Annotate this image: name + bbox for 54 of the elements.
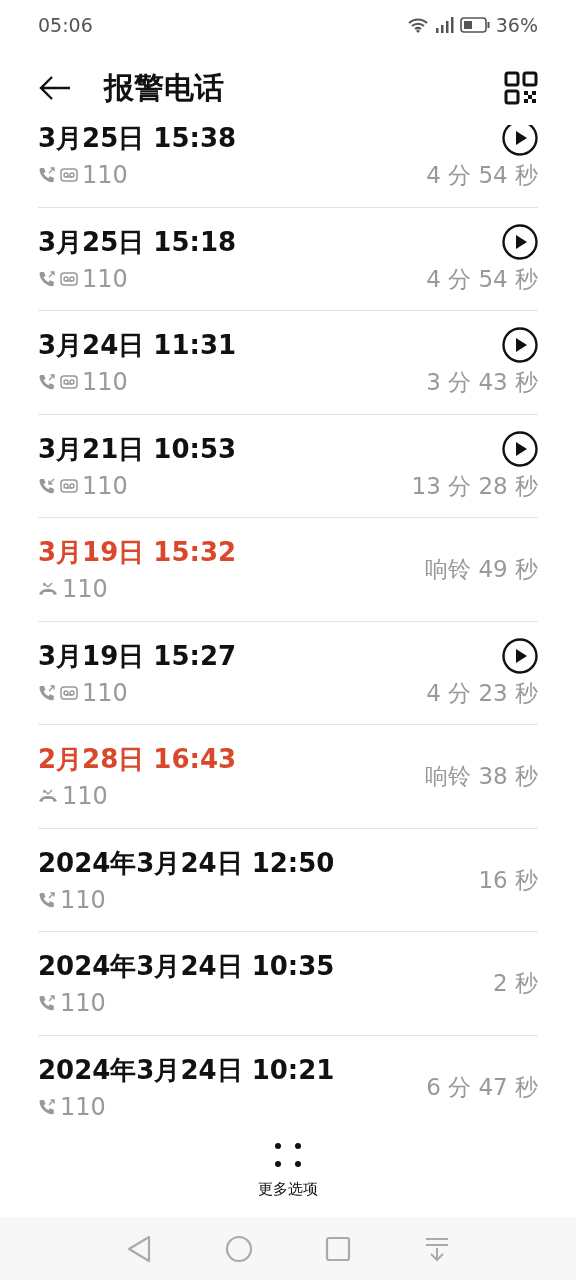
call-duration: 13 分 28 秒 [411,471,538,501]
call-duration: 6 分 47 秒 [426,1072,538,1102]
phone-number: 110 [82,368,128,397]
outgoing-call-icon [38,1097,56,1116]
page-title: 报警电话 [104,69,224,107]
outgoing-call-icon [38,373,56,392]
phone-number: 110 [82,471,128,500]
phone-number: 110 [82,161,128,190]
phone-number: 110 [82,264,128,293]
call-duration: 16 秒 [478,865,538,895]
call-time: 3月19日 15:32 [38,536,238,570]
call-duration: 4 分 54 秒 [426,161,538,191]
battery-level: 36% [495,12,538,38]
incoming-call-icon [38,476,56,495]
signal-icon [433,16,454,34]
play-icon[interactable] [502,430,538,467]
missed-call-icon [38,788,58,805]
phone-number: 110 [82,678,128,707]
play-icon[interactable] [502,327,538,364]
qr-code-icon[interactable] [504,70,538,105]
more-dots-icon [274,1141,302,1168]
call-duration: 3 分 43 秒 [426,368,538,398]
call-duration: 2 秒 [493,969,538,999]
play-icon[interactable] [502,223,538,260]
call-duration: 4 分 23 秒 [426,678,538,708]
outgoing-call-icon [38,890,56,909]
call-time: 2024年3月24日 12:50 [38,846,336,880]
play-icon[interactable] [502,637,538,674]
call-time: 3月25日 15:18 [38,225,238,259]
phone-number: 110 [60,885,106,914]
outgoing-call-icon [38,994,56,1013]
more-options-button[interactable]: 更多选项 [258,1141,318,1201]
phone-number: 110 [60,989,106,1018]
call-duration: 响铃 38 秒 [425,762,538,792]
status-time: 05:06 [38,12,93,38]
outgoing-call-icon [38,269,56,288]
outgoing-call-icon [38,166,56,185]
missed-call-icon [38,581,58,598]
call-duration: 响铃 49 秒 [425,555,538,585]
phone-number: 110 [62,782,108,811]
play-icon[interactable] [502,125,538,157]
phone-number: 110 [60,1092,106,1121]
call-time: 3月24日 11:31 [38,329,238,363]
wifi-icon [407,17,428,33]
battery-icon [459,17,490,33]
call-time: 2024年3月24日 10:35 [38,950,336,984]
outgoing-call-icon [38,683,56,702]
call-time: 3月25日 15:38 [38,125,238,156]
call-time: 2月28日 16:43 [38,743,238,777]
phone-number: 110 [62,575,108,604]
call-duration: 4 分 54 秒 [426,264,538,294]
call-time: 3月19日 15:27 [38,639,238,673]
call-time: 3月21日 10:53 [38,432,238,466]
call-time: 2024年3月24日 10:21 [38,1053,336,1087]
